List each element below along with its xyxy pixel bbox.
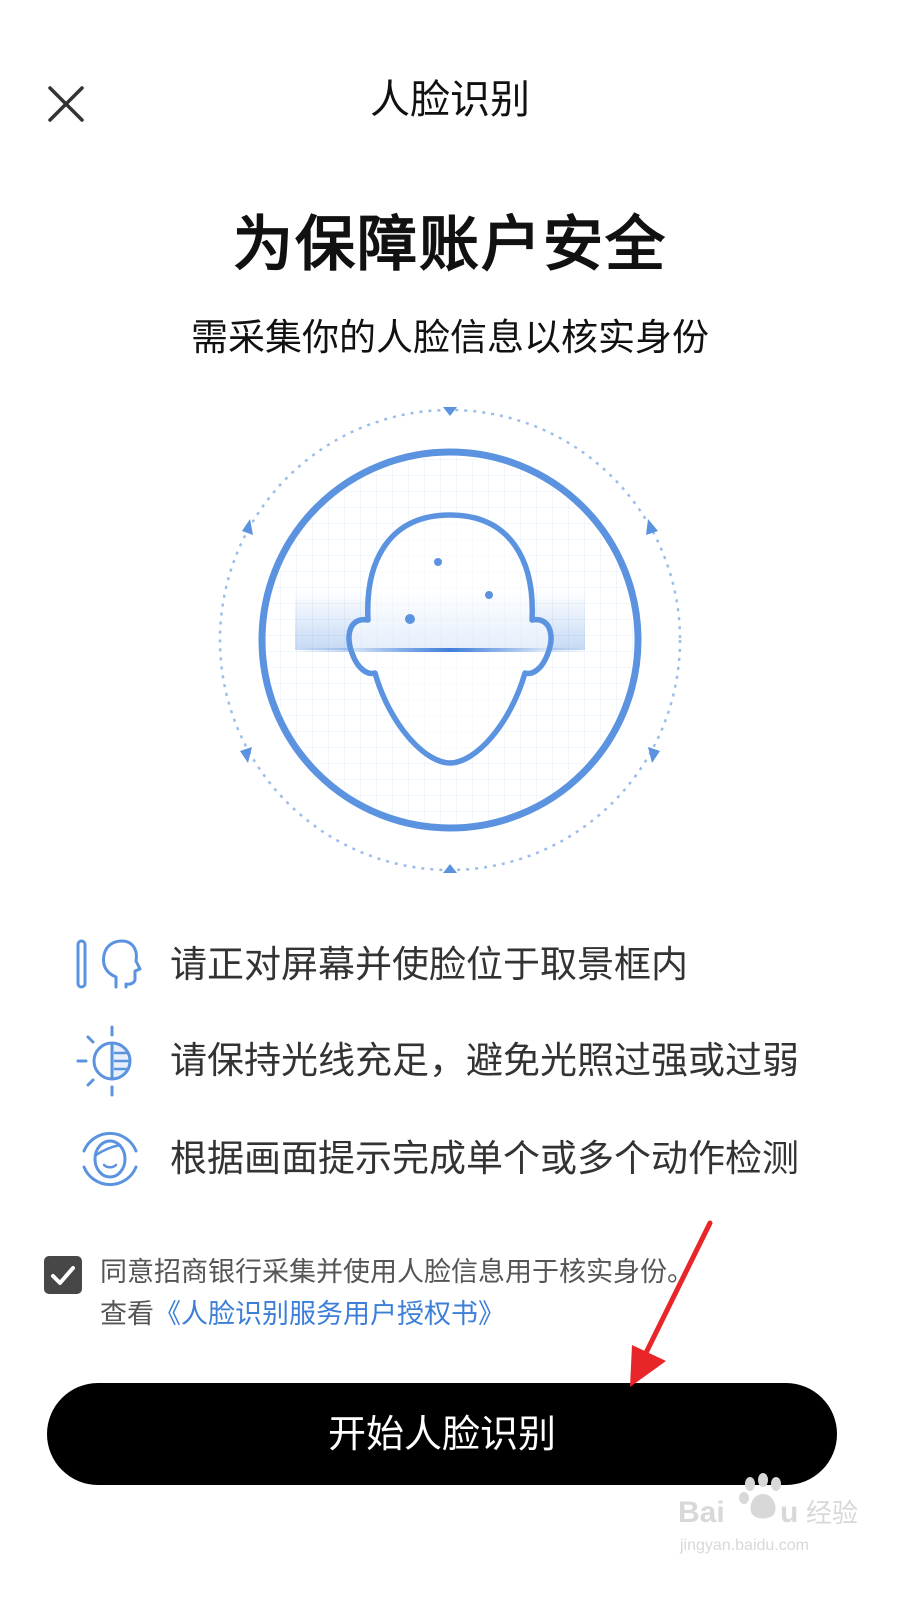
consent-view-prefix: 查看 xyxy=(100,1299,154,1330)
face-scan-icon xyxy=(218,407,682,873)
face-scan-illustration xyxy=(200,395,700,895)
authorization-link[interactable]: 《人脸识别服务用户授权书》 xyxy=(154,1299,505,1330)
tip-actions: 根据画面提示完成单个或多个动作检测 xyxy=(72,1121,872,1201)
consent-checkbox[interactable] xyxy=(44,1256,82,1294)
svg-text:jingyan.baidu.com: jingyan.baidu.com xyxy=(679,1537,809,1554)
light-icon xyxy=(76,1025,132,1097)
svg-text:经验: 经验 xyxy=(806,1499,858,1529)
tip-text: 请保持光线充足，避免光照过强或过弱 xyxy=(170,1039,799,1082)
page-title: 人脸识别 xyxy=(370,77,530,123)
consent-section: 同意招商银行采集并使用人脸信息用于核实身份。 查看《人脸识别服务用户授权书》 xyxy=(44,1252,864,1342)
subheadline: 需采集你的人脸信息以核实身份 xyxy=(191,316,709,359)
face-frame-icon xyxy=(76,939,142,989)
tip-face-frame: 请正对屏幕并使脸位于取景框内 xyxy=(72,927,872,1007)
baidu-jingyan-watermark-logo: Bai u 经验 jingyan.baidu.com xyxy=(678,1473,858,1554)
face-recognition-page: 人脸识别 为保障账户安全 需采集你的人脸信息以核实身份 请正对屏幕并使脸位于取景… xyxy=(0,0,900,1600)
headline: 为保障账户安全 xyxy=(233,210,667,280)
consent-text: 同意招商银行采集并使用人脸信息用于核实身份。 xyxy=(100,1257,694,1288)
svg-text:Bai: Bai xyxy=(678,1496,725,1529)
tip-text: 请正对屏幕并使脸位于取景框内 xyxy=(170,943,688,986)
checkmark-icon xyxy=(51,1266,75,1285)
face-action-icon xyxy=(82,1131,138,1187)
tip-text: 根据画面提示完成单个或多个动作检测 xyxy=(170,1137,799,1180)
consent-view-line: 查看《人脸识别服务用户授权书》 xyxy=(100,1294,505,1336)
tip-lighting: 请保持光线充足，避免光照过强或过弱 xyxy=(72,1023,872,1103)
svg-text:u: u xyxy=(780,1496,798,1529)
